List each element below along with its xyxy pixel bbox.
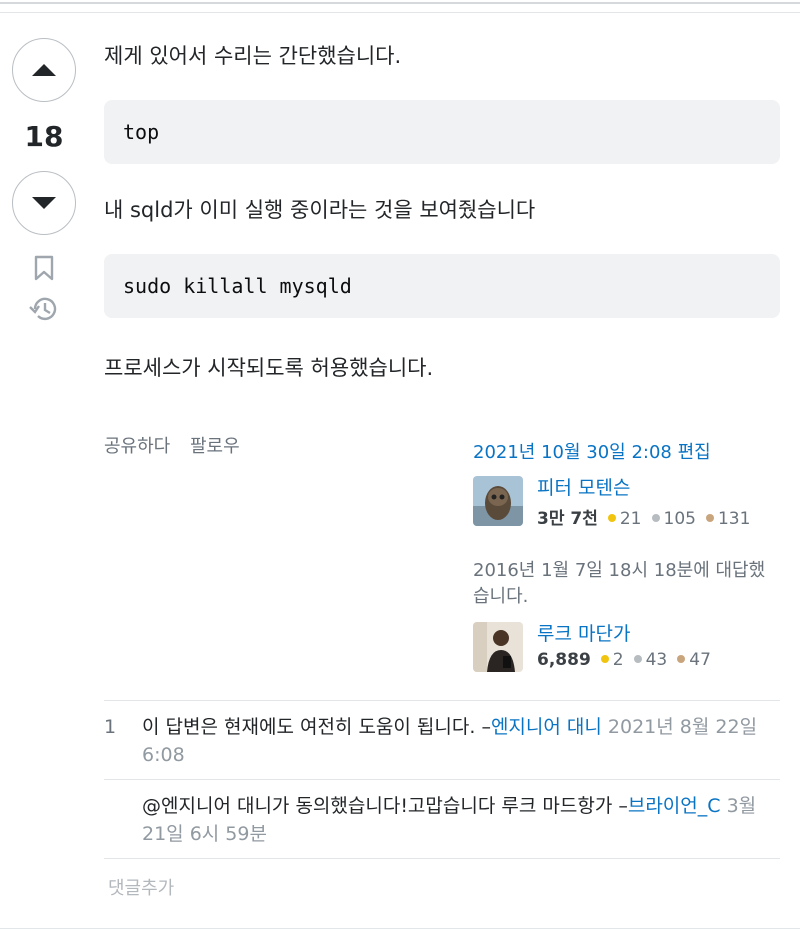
avatar[interactable] bbox=[473, 622, 523, 672]
edit-signature: 2021년 10월 30일 2:08 편집 피터 모텐슨 3만 7천 21 105 1… bbox=[473, 438, 773, 529]
gold-badge-icon bbox=[607, 514, 616, 522]
reputation: 6,889 2 43 47 bbox=[537, 650, 711, 670]
author-name-link[interactable]: 루크 마단가 bbox=[537, 622, 711, 646]
bronze-badge-icon bbox=[677, 655, 686, 663]
answered-timestamp: 2016년 1월 7일 18시 18분에 대답했습니다. bbox=[473, 560, 766, 607]
person-avatar-image bbox=[473, 622, 523, 672]
bottom-divider bbox=[0, 928, 800, 929]
bronze-badge-count: 47 bbox=[689, 650, 711, 670]
comment-list: 1 이 답변은 현재에도 여전히 도움이 됩니다. –엔지니어 대니 2021년… bbox=[104, 700, 780, 859]
top-divider bbox=[0, 2, 800, 4]
reputation: 3만 7천 21 105 131 bbox=[537, 504, 750, 529]
comment-user-link[interactable]: 브라이언_C bbox=[628, 795, 721, 817]
bronze-badge-icon bbox=[705, 514, 714, 522]
reputation-score: 6,889 bbox=[537, 650, 591, 670]
answer-paragraph: 프로세스가 시작되도록 허용했습니다. bbox=[104, 356, 434, 380]
bookmark-icon bbox=[34, 255, 54, 281]
silver-badge-icon bbox=[651, 514, 660, 522]
answer-paragraph: 제게 있어서 수리는 간단했습니다. bbox=[104, 44, 402, 68]
history-icon bbox=[29, 297, 57, 321]
code-block: sudo killall mysqld bbox=[104, 254, 780, 318]
silver-badge-count: 43 bbox=[645, 650, 668, 670]
avatar[interactable] bbox=[473, 476, 523, 526]
comment: 1 이 답변은 현재에도 여전히 도움이 됩니다. –엔지니어 대니 2021년… bbox=[104, 701, 780, 780]
comment-text: @엔지니어 대니가 동의했습니다!고맙습니다 루크 마드항가 – bbox=[142, 795, 628, 817]
comment: @엔지니어 대니가 동의했습니다!고맙습니다 루크 마드항가 –브라이언_C 3… bbox=[104, 780, 780, 859]
owl-avatar-image bbox=[473, 476, 523, 526]
post-menu: 공유하다 팔로우 bbox=[104, 432, 254, 458]
comment-text: 이 답변은 현재에도 여전히 도움이 됩니다. – bbox=[142, 716, 491, 738]
downvote-button[interactable] bbox=[12, 171, 76, 235]
answer-body: 제게 있어서 수리는 간단했습니다. top 내 sqld가 이미 실행 중이라… bbox=[104, 40, 780, 384]
share-link[interactable]: 공유하다 bbox=[104, 436, 170, 457]
gold-badge-count: 2 bbox=[612, 650, 624, 670]
arrow-down-icon bbox=[32, 197, 56, 209]
answer-signature: 2016년 1월 7일 18시 18분에 대답했습니다. 루크 마단가 6,88… bbox=[473, 558, 773, 672]
editor-name-link[interactable]: 피터 모텐슨 bbox=[537, 476, 750, 500]
vote-column: 18 bbox=[12, 38, 78, 323]
code-block: top bbox=[104, 100, 780, 164]
answer-paragraph: 내 sqld가 이미 실행 중이라는 것을 보여줬습니다 bbox=[104, 198, 536, 222]
arrow-up-icon bbox=[32, 64, 56, 76]
follow-link[interactable]: 팔로우 bbox=[190, 436, 240, 457]
bookmark-button[interactable] bbox=[12, 255, 76, 281]
comment-score: 1 bbox=[104, 716, 117, 738]
add-comment-link[interactable]: 댓글추가 bbox=[108, 874, 174, 900]
bronze-badge-count: 131 bbox=[717, 509, 751, 529]
top-divider-secondary bbox=[0, 12, 800, 13]
vote-count: 18 bbox=[24, 120, 64, 153]
reputation-score: 3만 7천 bbox=[537, 509, 598, 529]
upvote-button[interactable] bbox=[12, 38, 76, 102]
comment-user-link[interactable]: 엔지니어 대니 bbox=[491, 716, 602, 738]
comment-score bbox=[104, 792, 142, 848]
silver-badge-count: 105 bbox=[663, 509, 696, 529]
silver-badge-icon bbox=[633, 655, 642, 663]
history-button[interactable] bbox=[12, 295, 76, 323]
gold-badge-icon bbox=[600, 655, 609, 663]
edit-history-link[interactable]: 2021년 10월 30일 2:08 편집 bbox=[473, 438, 773, 464]
gold-badge-count: 21 bbox=[619, 509, 642, 529]
